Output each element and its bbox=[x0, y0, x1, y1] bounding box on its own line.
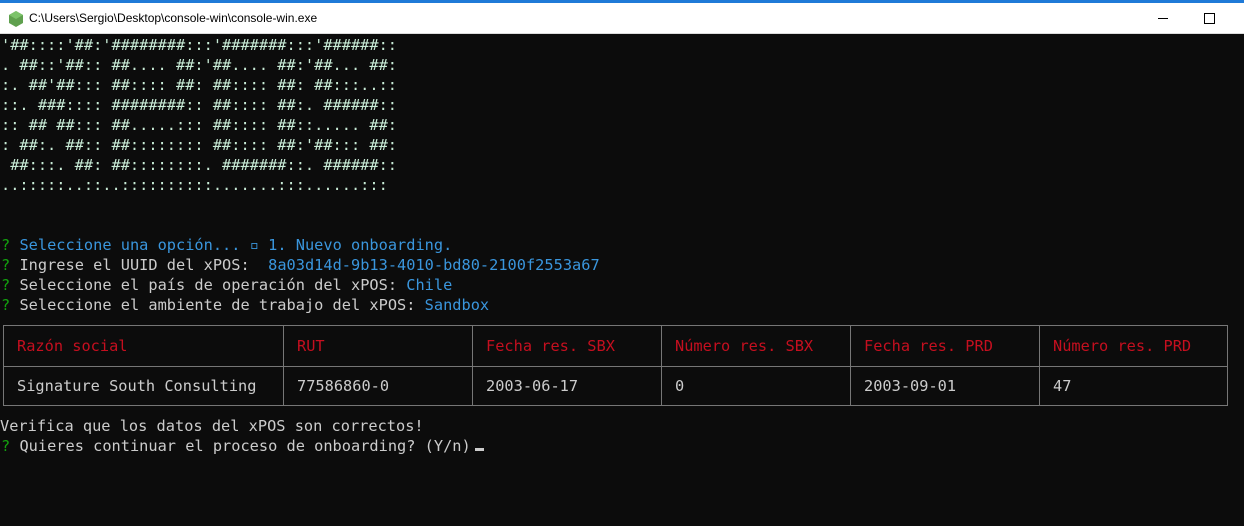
prompt-label: Seleccione una opción... bbox=[19, 236, 241, 254]
prompt-label: Quieres continuar el proceso de onboardi… bbox=[19, 437, 416, 455]
table-header-cell: Número res. PRD bbox=[1039, 326, 1227, 366]
question-mark-icon: ? bbox=[1, 296, 11, 314]
table-cell: Signature South Consulting bbox=[17, 377, 257, 395]
prompt-label: Ingrese el UUID del xPOS: bbox=[19, 256, 250, 274]
prompt-environment: ? Seleccione el ambiente de trabajo del … bbox=[1, 295, 489, 315]
question-mark-icon: ? bbox=[1, 276, 11, 294]
question-mark-icon: ? bbox=[1, 437, 11, 455]
table-header-cell: RUT bbox=[283, 326, 472, 366]
minimize-button[interactable] bbox=[1140, 3, 1186, 33]
console-output[interactable]: '##::::'##:'########:::'#######:::'#####… bbox=[0, 35, 1244, 488]
verify-message: Verifica que los datos del xPOS son corr… bbox=[0, 417, 424, 435]
prompt-answer: Sandbox bbox=[424, 296, 490, 314]
maximize-icon bbox=[1203, 12, 1215, 24]
table-cell: 77586860-0 bbox=[283, 366, 472, 406]
banner-line: . ##::'##:: ##.... ##:'##.... ##:'##... … bbox=[1, 56, 398, 74]
table-header-cell: Fecha res. SBX bbox=[472, 326, 661, 366]
prompt-label: Seleccione el país de operación del xPOS… bbox=[19, 276, 398, 294]
table-cell: 47 bbox=[1039, 366, 1227, 406]
maximize-button[interactable] bbox=[1186, 3, 1232, 33]
prompt-uuid: ? Ingrese el UUID del xPOS: 8a03d14d-9b1… bbox=[1, 255, 600, 275]
banner-line: '##::::'##:'########:::'#######:::'#####… bbox=[1, 36, 398, 54]
table-row: Signature South Consulting 77586860-0 20… bbox=[4, 366, 1227, 406]
table-header-cell: Razón social bbox=[17, 337, 128, 355]
banner-line: ..:::::..::..::::::::::.......:::......:… bbox=[1, 176, 388, 194]
text-cursor[interactable] bbox=[474, 448, 484, 451]
table-cell: 0 bbox=[661, 366, 850, 406]
prompt-country: ? Seleccione el país de operación del xP… bbox=[1, 275, 452, 295]
title-bar[interactable]: C:\Users\Sergio\Desktop\console-win\cons… bbox=[0, 3, 1244, 34]
banner-line: :. ##'##::: ##:::: ##: ##:::: ##: ##:::.… bbox=[1, 76, 398, 94]
table-header-cell: Fecha res. PRD bbox=[850, 326, 1039, 366]
table-header-row: Razón social RUT Fecha res. SBX Número r… bbox=[4, 326, 1227, 367]
table-header-cell: Número res. SBX bbox=[661, 326, 850, 366]
question-mark-icon: ? bbox=[1, 236, 11, 254]
banner-line: ::. ###:::: ########:: ##:::: ##:. #####… bbox=[1, 96, 398, 114]
prompt-answer: 8a03d14d-9b13-4010-bd80-2100f2553a67 bbox=[268, 256, 600, 274]
xpos-data-table: Razón social RUT Fecha res. SBX Número r… bbox=[3, 325, 1228, 406]
window-title: C:\Users\Sergio\Desktop\console-win\cons… bbox=[29, 11, 318, 25]
selection-arrow-icon: ▫ bbox=[249, 236, 259, 254]
question-mark-icon: ? bbox=[1, 256, 11, 274]
prompt-label: Seleccione el ambiente de trabajo del xP… bbox=[19, 296, 416, 314]
table-cell: 2003-06-17 bbox=[472, 366, 661, 406]
banner-line: :: ## ##::: ##.....::: ##:::: ##::..... … bbox=[1, 116, 398, 134]
confirm-prompt[interactable]: ? Quieres continuar el proceso de onboar… bbox=[1, 436, 484, 456]
prompt-option: ? Seleccione una opción... ▫ 1. Nuevo on… bbox=[1, 235, 452, 255]
prompt-answer: Chile bbox=[406, 276, 453, 294]
banner-line: ##:::. ##: ##::::::::. #######::. ######… bbox=[1, 156, 398, 174]
prompt-answer: 1. Nuevo onboarding. bbox=[268, 236, 453, 254]
node-hexagon-icon bbox=[9, 11, 23, 27]
prompt-hint: (Y/n) bbox=[424, 437, 471, 455]
table-cell: 2003-09-01 bbox=[850, 366, 1039, 406]
minimize-icon bbox=[1158, 17, 1168, 19]
banner-line: : ##:. ##:: ##:::::::: ##:::: ##:'##::: … bbox=[1, 136, 398, 154]
